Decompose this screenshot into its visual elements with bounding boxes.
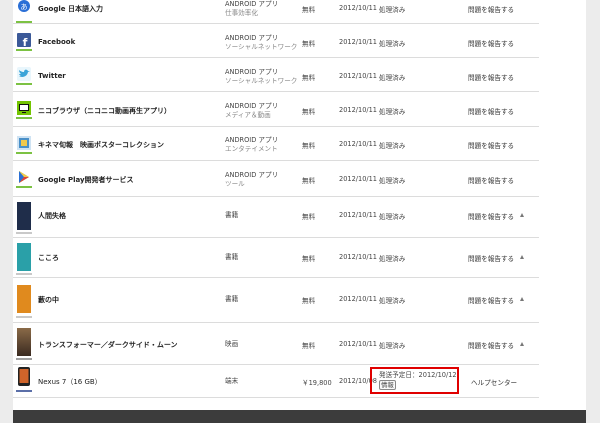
report-problem-link[interactable]: 問題を報告する — [468, 340, 514, 350]
expand-triangle-icon[interactable] — [520, 342, 524, 346]
report-problem-link[interactable]: 問題を報告する — [468, 140, 514, 150]
list-item: キネマ旬報 映画ポスターコレクション ANDROID アプリ エンタテイメント 無… — [13, 126, 539, 161]
list-item: あ Google 日本語入力 ANDROID アプリ 仕事効率化 無料 2012/… — [13, 0, 539, 24]
item-name[interactable]: Nexus 7（16 GB） — [38, 377, 102, 387]
report-problem-link[interactable]: 問題を報告する — [468, 211, 514, 221]
item-date: 2012/10/11 — [339, 72, 378, 80]
item-name[interactable]: こころ — [38, 253, 59, 263]
item-name[interactable]: Google Play開発者サービス — [38, 175, 134, 185]
item-category: ANDROID アプリ メディア＆動画 — [225, 102, 279, 119]
list-item: Google Play開発者サービス ANDROID アプリ ツール 無料 201… — [13, 160, 539, 197]
item-status: 処理済み — [379, 342, 406, 350]
item-status: 処理済み — [379, 6, 406, 14]
item-price: 無料 — [302, 142, 316, 150]
item-name[interactable]: トランスフォーマー／ダークサイド・ムーン — [38, 340, 178, 350]
report-problem-link[interactable]: 問題を報告する — [468, 175, 514, 185]
svg-text:f: f — [23, 36, 28, 47]
expand-triangle-icon[interactable] — [520, 297, 524, 301]
item-date: 2012/10/11 — [339, 38, 378, 46]
list-item: f Facebook ANDROID アプリ ソーシャルネットワーク 無料 201… — [13, 23, 539, 58]
item-price: 無料 — [302, 255, 316, 263]
help-center-link[interactable]: ヘルプセンター — [471, 377, 517, 387]
nexus7-icon — [17, 367, 31, 387]
item-category: 映画 — [225, 340, 239, 348]
item-date: 2012/10/11 — [339, 295, 378, 303]
report-problem-link[interactable]: 問題を報告する — [468, 38, 514, 48]
item-price: ￥19,800 — [302, 379, 332, 387]
list-item: 人間失格 書籍 無料 2012/10/11 処理済み 問題を報告する — [13, 196, 539, 238]
item-name[interactable]: Twitter — [38, 72, 66, 80]
expand-triangle-icon[interactable] — [520, 213, 524, 217]
report-problem-link[interactable]: 問題を報告する — [468, 4, 514, 14]
twitter-icon — [16, 67, 32, 85]
item-category: ANDROID アプリ エンタテイメント — [225, 136, 279, 153]
item-status: 処理済み — [379, 213, 406, 221]
google-play-services-icon — [16, 170, 32, 188]
item-date: 2012/10/11 — [339, 253, 378, 261]
list-item: こころ 書籍 無料 2012/10/11 処理済み 問題を報告する — [13, 237, 539, 278]
facebook-icon: f — [16, 33, 32, 51]
item-name[interactable]: Google 日本語入力 — [38, 4, 103, 14]
item-status: 処理済み — [379, 177, 406, 185]
expand-triangle-icon[interactable] — [520, 255, 524, 259]
list-item: ニコブラウザ（ニコニコ動画再生アプリ） ANDROID アプリ メディア＆動画 無… — [13, 91, 539, 127]
item-status: 処理済み — [379, 74, 406, 82]
list-item: 藪の中 書籍 無料 2012/10/11 処理済み 問題を報告する — [13, 277, 539, 323]
item-name[interactable]: キネマ旬報 映画ポスターコレクション — [38, 140, 164, 150]
report-problem-link[interactable]: 問題を報告する — [468, 253, 514, 263]
item-price: 無料 — [302, 342, 316, 350]
item-category: ANDROID アプリ ツール — [225, 171, 279, 188]
item-status: 処理済み — [379, 255, 406, 263]
kinema-icon — [16, 136, 32, 154]
item-price: 無料 — [302, 40, 316, 48]
item-status: 処理済み — [379, 108, 406, 116]
report-problem-link[interactable]: 問題を報告する — [468, 295, 514, 305]
item-price: 無料 — [302, 108, 316, 116]
item-name[interactable]: 人間失格 — [38, 211, 66, 221]
highlight-box — [370, 367, 459, 394]
footer-bar — [13, 410, 586, 423]
svg-text:あ: あ — [21, 3, 28, 11]
report-problem-link[interactable]: 問題を報告する — [468, 106, 514, 116]
item-category: 書籍 — [225, 295, 239, 303]
item-date: 2012/10/11 — [339, 211, 378, 219]
book-cover-icon — [17, 243, 31, 271]
item-category: 書籍 — [225, 211, 239, 219]
item-date: 2012/10/11 — [339, 140, 378, 148]
list-item: Twitter ANDROID アプリ ソーシャルネットワーク 無料 2012/1… — [13, 57, 539, 92]
item-date: 2012/10/11 — [339, 4, 378, 12]
book-cover-icon — [17, 202, 31, 230]
item-price: 無料 — [302, 177, 316, 185]
item-status: 処理済み — [379, 297, 406, 305]
item-category: ANDROID アプリ ソーシャルネットワーク — [225, 68, 298, 85]
book-cover-icon — [17, 285, 31, 313]
item-date: 2012/10/11 — [339, 175, 378, 183]
item-status: 処理済み — [379, 40, 406, 48]
nico-browser-icon — [16, 101, 32, 119]
list-item: トランスフォーマー／ダークサイド・ムーン 映画 無料 2012/10/11 処理… — [13, 322, 539, 365]
item-category: ANDROID アプリ 仕事効率化 — [225, 0, 279, 17]
item-category: ANDROID アプリ ソーシャルネットワーク — [225, 34, 298, 51]
report-problem-link[interactable]: 問題を報告する — [468, 72, 514, 82]
item-price: 無料 — [302, 213, 316, 221]
item-date: 2012/10/11 — [339, 340, 378, 348]
item-price: 無料 — [302, 297, 316, 305]
movie-poster-icon — [17, 328, 31, 356]
item-name[interactable]: ニコブラウザ（ニコニコ動画再生アプリ） — [38, 106, 171, 116]
item-price: 無料 — [302, 6, 316, 14]
item-date: 2012/10/11 — [339, 106, 378, 114]
item-name[interactable]: Facebook — [38, 38, 75, 46]
item-name[interactable]: 藪の中 — [38, 295, 59, 305]
google-ime-icon: あ — [16, 0, 32, 23]
item-category: 端末 — [225, 377, 239, 385]
item-category: 書籍 — [225, 253, 239, 261]
list-item: Nexus 7（16 GB） 端末 ￥19,800 2012/10/08 発送予… — [13, 364, 539, 398]
item-status: 処理済み — [379, 142, 406, 150]
item-price: 無料 — [302, 74, 316, 82]
